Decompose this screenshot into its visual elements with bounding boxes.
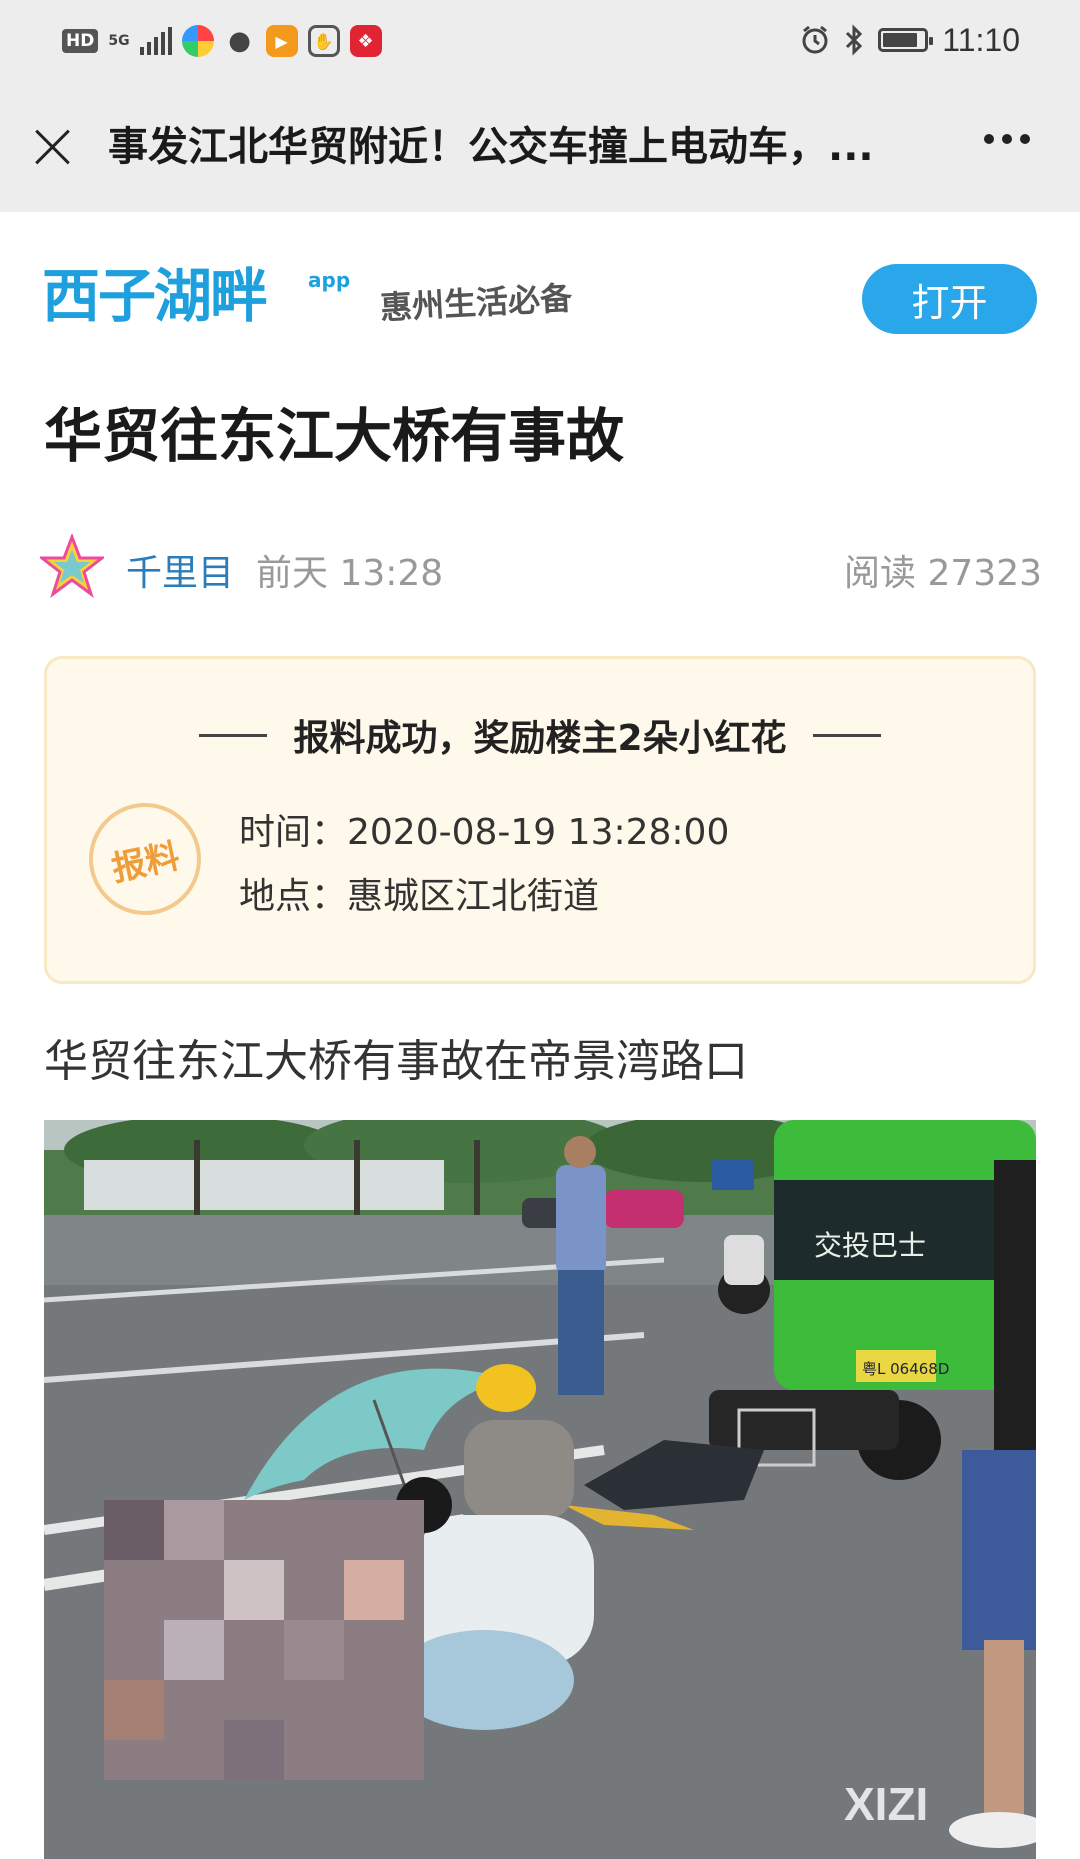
app-logo-suffix: app — [308, 268, 351, 292]
app-banner: 西子湖畔 app 惠州生活必备 打开 — [0, 212, 1080, 362]
report-title: 报料成功，奖励楼主2朵小红花 — [293, 718, 787, 759]
battery-icon — [878, 28, 934, 52]
webview-nav-bar: 事发江北华贸附近！公交车撞上电动车，... — [0, 82, 1080, 212]
status-left: HD 5G ● ▶ ✋ ❖ — [62, 22, 382, 60]
video-app-icon: ▶ — [265, 25, 298, 57]
close-icon[interactable] — [30, 124, 76, 170]
clock: 11:10 — [942, 21, 1020, 58]
alarm-icon — [802, 25, 828, 54]
author-name[interactable]: 千里目 — [126, 544, 234, 596]
article-meta: 千里目 前天 13:28 阅读 27323 — [40, 530, 1042, 602]
more-options-icon[interactable] — [984, 134, 1030, 144]
article-body: 华贸往东江大桥有事故在帝景湾路口 — [44, 1036, 748, 1087]
report-stamp-label: 报料 — [108, 835, 184, 890]
wechat-icon: ● — [228, 26, 251, 56]
bluetooth-icon — [846, 24, 863, 56]
status-bar: HD 5G ● ▶ ✋ ❖ 11:10 — [0, 0, 1080, 82]
battery-fill — [883, 33, 918, 47]
hd-indicator: HD — [62, 29, 99, 53]
report-heading: 报料成功，奖励楼主2朵小红花 — [47, 709, 1033, 761]
shopping-app-icon: ❖ — [349, 25, 382, 57]
divider — [812, 733, 881, 737]
bus-plate: 粤L 06468D — [862, 1360, 949, 1378]
photo-watermark: XIZI — [844, 1778, 928, 1830]
report-time: 时间：2020-08-19 13:28:00 — [239, 812, 730, 853]
divider — [199, 733, 268, 737]
accident-photo-illustration: 交投巴士 粤L 06468D XIZI — [44, 1120, 1036, 1859]
report-card: 报料成功，奖励楼主2朵小红花 报料 时间：2020-08-19 13:28:00… — [44, 656, 1036, 984]
app-logo: 西子湖畔 — [42, 262, 268, 330]
status-right: 11:10 — [800, 18, 1020, 62]
report-stamp-icon: 报料 — [89, 803, 201, 915]
app-slogan: 惠州生活必备 — [379, 278, 573, 327]
open-app-button[interactable]: 打开 — [862, 264, 1037, 334]
author-avatar-star-icon[interactable] — [40, 534, 104, 598]
read-count: 阅读 27323 — [844, 553, 1042, 594]
accident-photo[interactable]: 交投巴士 粤L 06468D XIZI — [44, 1120, 1036, 1859]
app-notification-icon — [181, 25, 214, 57]
shield-app-icon: ✋ — [307, 25, 340, 57]
report-place: 地点：惠城区江北街道 — [239, 876, 600, 917]
network-indicator: 5G — [108, 33, 130, 49]
article-title: 华贸往东江大桥有事故 — [44, 402, 625, 470]
signal-icon — [139, 27, 172, 55]
page-title: 事发江北华贸附近！公交车撞上电动车，... — [108, 124, 874, 170]
bus-sign: 交投巴士 — [814, 1229, 926, 1262]
post-time: 前天 13:28 — [256, 553, 444, 594]
